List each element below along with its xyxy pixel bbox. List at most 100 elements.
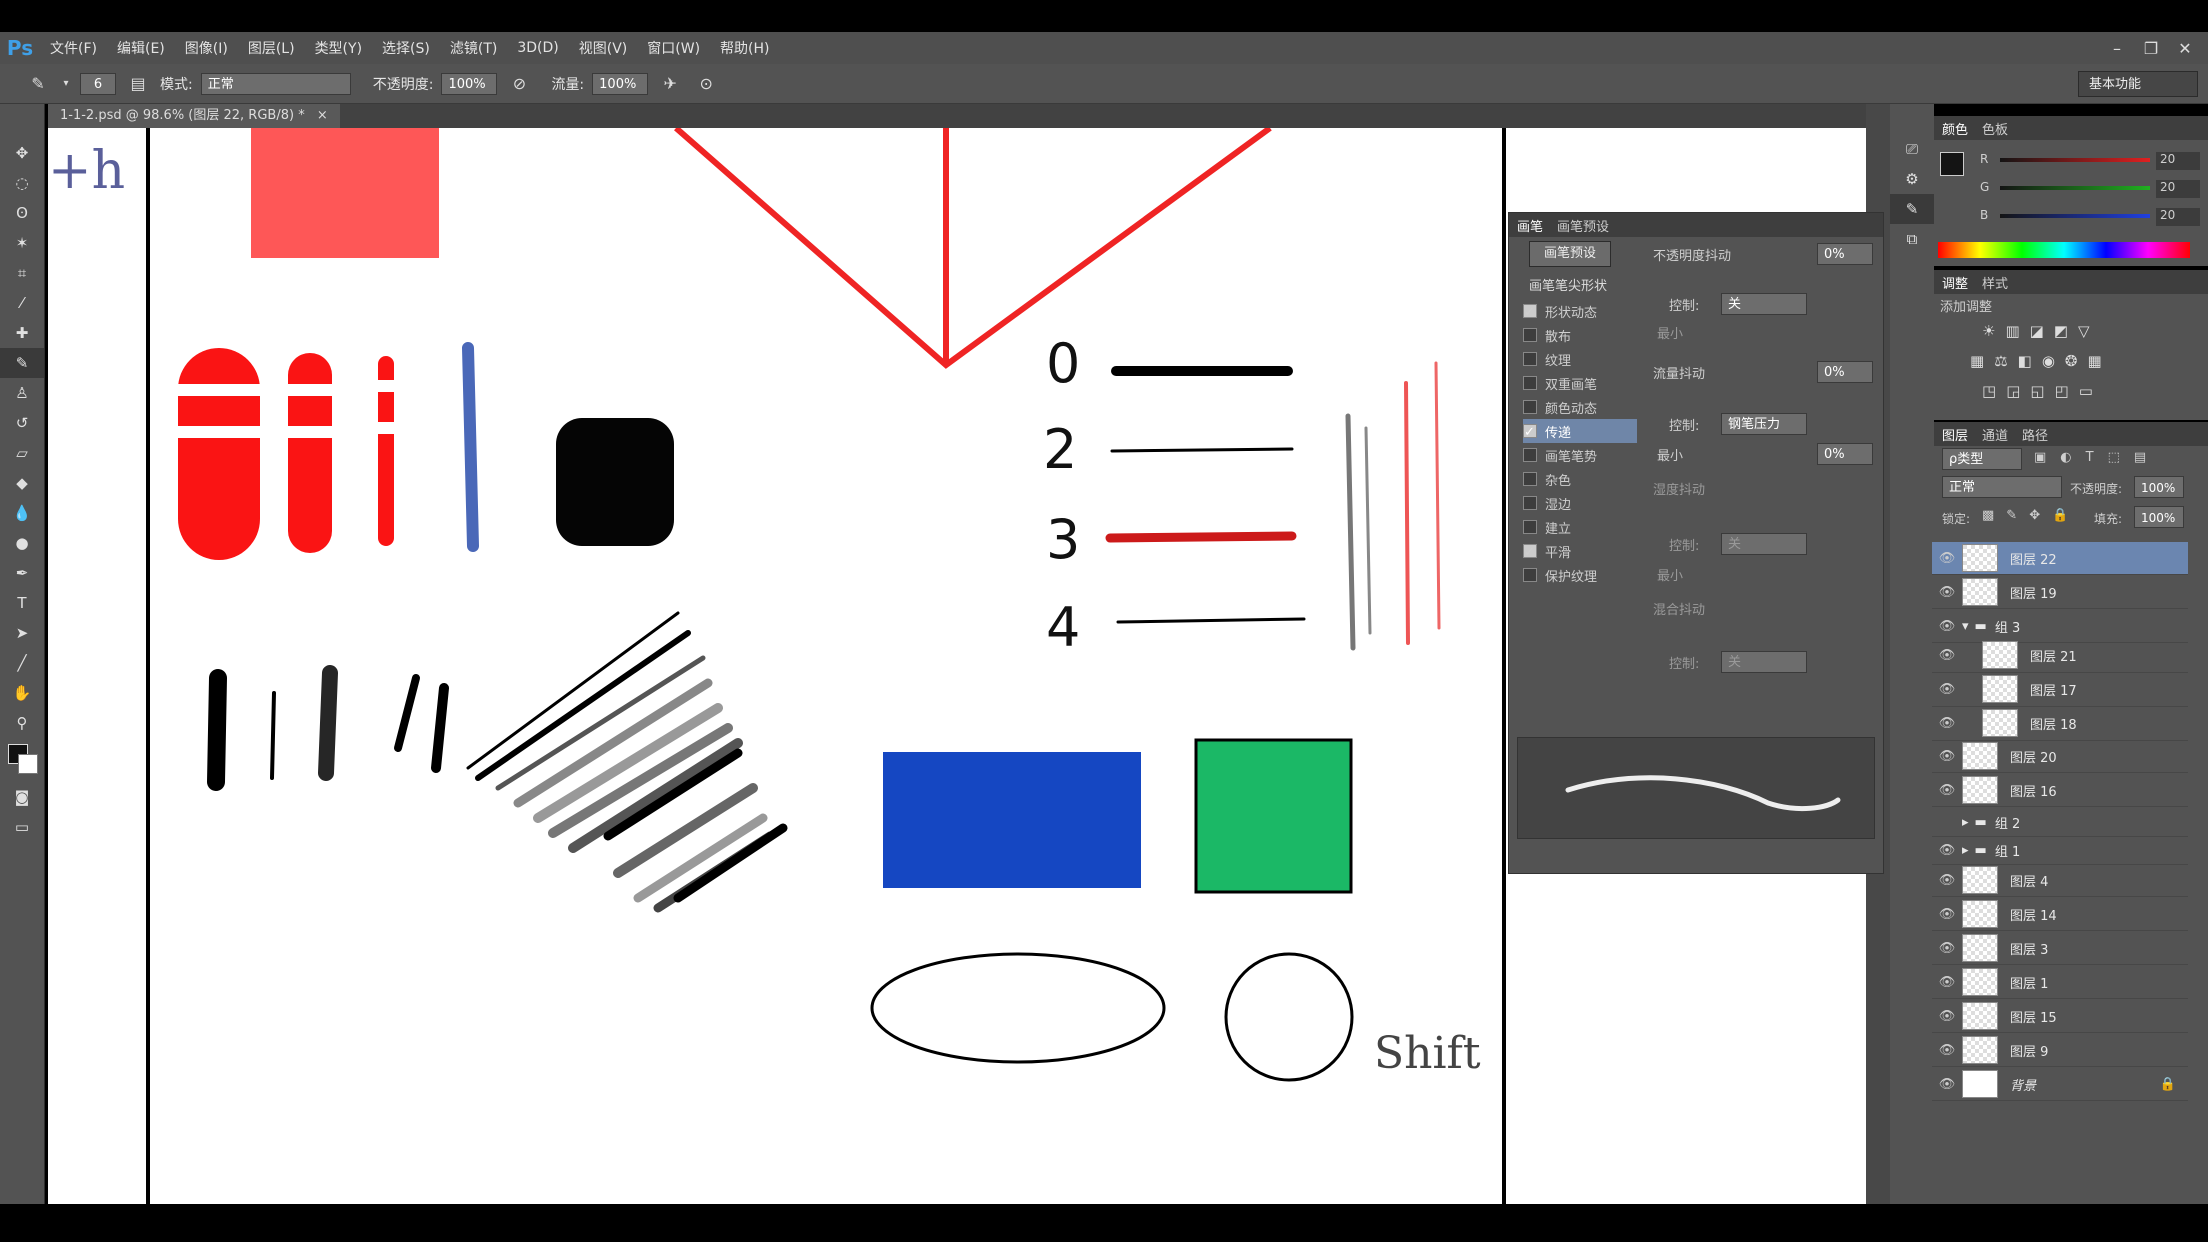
filter-adjust-icon[interactable]: ◐	[2060, 450, 2071, 465]
lock-transparency-icon[interactable]: ▩	[1982, 508, 1994, 523]
layer-opacity-input[interactable]: 100%	[2134, 476, 2184, 498]
threshold-icon[interactable]: ◱	[2030, 382, 2044, 400]
curves-icon[interactable]: ◪	[2030, 322, 2044, 340]
visibility-eye-icon[interactable]: 👁	[1932, 907, 1962, 922]
channel-b-value[interactable]: 20	[2156, 208, 2200, 226]
healing-brush-icon[interactable]: ✚	[0, 318, 44, 348]
menu-layer[interactable]: 图层(L)	[238, 38, 305, 58]
control-select-4[interactable]: 关	[1721, 651, 1807, 673]
screen-mode-icon[interactable]: ▭	[0, 812, 44, 842]
flow-jitter-value[interactable]: 0%	[1817, 361, 1873, 383]
invert-icon[interactable]: ◳	[1982, 382, 1996, 400]
brush-option-build-up[interactable]: 建立	[1523, 515, 1637, 539]
menu-image[interactable]: 图像(I)	[175, 38, 238, 58]
eraser-icon[interactable]: ▱	[0, 438, 44, 468]
channel-r-slider[interactable]	[2000, 158, 2150, 162]
menu-type[interactable]: 类型(Y)	[305, 38, 372, 58]
brush-option-color-dynamics[interactable]: 颜色动态	[1523, 395, 1637, 419]
visibility-eye-icon[interactable]: 👁	[1932, 648, 1962, 663]
posterize-icon[interactable]: ◲	[2006, 382, 2020, 400]
blur-tool-icon[interactable]: 💧	[0, 498, 44, 528]
tab-brush-presets[interactable]: 画笔预设	[1557, 216, 1609, 235]
flow-minimum-value[interactable]: 0%	[1817, 443, 1873, 465]
control-select-3[interactable]: 关	[1721, 533, 1807, 555]
channel-mixer-icon[interactable]: ❂	[2065, 352, 2078, 370]
color-lookup-icon[interactable]: ▦	[2088, 352, 2102, 370]
brush-option-brush-pose[interactable]: 画笔笔势	[1523, 443, 1637, 467]
pressure-size-icon[interactable]: ⊙	[692, 70, 720, 98]
type-tool-icon[interactable]: T	[0, 588, 44, 618]
menu-3d[interactable]: 3D(D)	[507, 40, 568, 56]
channel-b-slider[interactable]	[2000, 214, 2150, 218]
visibility-eye-icon[interactable]: 👁	[1932, 873, 1962, 888]
layer-row-18[interactable]: 👁 图层 18	[1932, 706, 2188, 741]
color-balance-icon[interactable]: ⚖	[1994, 352, 2007, 370]
layer-row-background[interactable]: 👁 背景 🔒	[1932, 1068, 2188, 1101]
tab-styles[interactable]: 样式	[1982, 273, 2008, 292]
group-collapse-icon[interactable]: ▸	[1962, 815, 1969, 830]
brightness-icon[interactable]: ☀	[1982, 322, 1995, 340]
lock-all-icon[interactable]: 🔒	[2052, 508, 2068, 523]
pen-tool-icon[interactable]: ✒	[0, 558, 44, 588]
layer-row-16[interactable]: 👁 图层 16	[1932, 774, 2188, 807]
document-tab[interactable]: 1-1-2.psd @ 98.6% (图层 22, RGB/8) * ×	[48, 104, 340, 128]
brush-option-shape-dynamics[interactable]: ✓ 形状动态	[1523, 299, 1637, 323]
tab-swatches[interactable]: 色板	[1982, 119, 2008, 138]
visibility-eye-icon[interactable]: 👁	[1932, 941, 1962, 956]
visibility-eye-icon[interactable]: 👁	[1932, 682, 1962, 697]
properties-panel-icon[interactable]: ⚙	[1890, 164, 1934, 194]
opacity-jitter-value[interactable]: 0%	[1817, 243, 1873, 265]
presets-panel-icon[interactable]: ⧉	[1890, 224, 1934, 254]
group-collapse-icon[interactable]: ▸	[1962, 843, 1969, 858]
stamp-tool-icon[interactable]: ♙	[0, 378, 44, 408]
hue-saturation-icon[interactable]: ▦	[1970, 352, 1984, 370]
brush-option-smoothing[interactable]: ✓ 平滑	[1523, 539, 1637, 563]
tab-channels[interactable]: 通道	[1982, 425, 2008, 444]
layer-row-19[interactable]: 👁 图层 19	[1932, 576, 2188, 609]
lock-position-icon[interactable]: ✥	[2029, 508, 2040, 523]
brush-presets-button[interactable]: 画笔预设	[1529, 241, 1611, 267]
brush-tip-shape[interactable]: 画笔笔尖形状	[1529, 275, 1629, 294]
control-select-pen-pressure[interactable]: 钢笔压力	[1721, 413, 1807, 435]
layer-row-21[interactable]: 👁 图层 21	[1932, 638, 2188, 673]
history-panel-icon[interactable]: ⎚	[1890, 134, 1934, 164]
menu-file[interactable]: 文件(F)	[40, 38, 107, 58]
brush-size-picker[interactable]: 6	[80, 72, 116, 95]
visibility-eye-icon[interactable]: 👁	[1932, 975, 1962, 990]
menu-filter[interactable]: 滤镜(T)	[440, 38, 507, 58]
menu-edit[interactable]: 编辑(E)	[107, 38, 175, 58]
brush-option-wet-edges[interactable]: 湿边	[1523, 491, 1637, 515]
vibrance-icon[interactable]: ▽	[2078, 322, 2090, 340]
visibility-eye-icon[interactable]: 👁	[1932, 1009, 1962, 1024]
filter-smart-icon[interactable]: ▤	[2134, 450, 2146, 465]
brush-panel-toggle-icon[interactable]: ▤	[124, 70, 152, 98]
visibility-eye-icon[interactable]: 👁	[1932, 585, 1962, 600]
brush-option-texture[interactable]: 纹理	[1523, 347, 1637, 371]
exposure-icon[interactable]: ◩	[2054, 322, 2068, 340]
photo-filter-icon[interactable]: ◉	[2042, 352, 2055, 370]
visibility-eye-icon[interactable]: 👁	[1932, 551, 1962, 566]
zoom-tool-icon[interactable]: ⚲	[0, 708, 44, 738]
crop-tool-icon[interactable]: ⌗	[0, 258, 44, 288]
black-white-icon[interactable]: ◧	[2018, 352, 2032, 370]
path-select-icon[interactable]: ➤	[0, 618, 44, 648]
layer-row-9[interactable]: 👁 图层 9	[1932, 1034, 2188, 1067]
mode-select[interactable]: 正常	[200, 72, 351, 95]
group-expand-icon[interactable]: ▾	[1962, 619, 1969, 634]
opacity-input[interactable]: 100%	[441, 72, 498, 95]
layer-row-20[interactable]: 👁 图层 20	[1932, 740, 2188, 773]
levels-icon[interactable]: ▥	[2005, 322, 2019, 340]
magic-wand-icon[interactable]: ✶	[0, 228, 44, 258]
airbrush-icon[interactable]: ✈	[656, 70, 684, 98]
layer-row-1[interactable]: 👁 图层 1	[1932, 966, 2188, 999]
history-brush-icon[interactable]: ↺	[0, 408, 44, 438]
layer-row-17[interactable]: 👁 图层 17	[1932, 672, 2188, 707]
brush-tool-active-icon[interactable]: ✎	[0, 348, 44, 378]
eyedropper-icon[interactable]: ⁄	[0, 288, 44, 318]
lock-pixels-icon[interactable]: ✎	[2006, 508, 2017, 523]
filter-type-icon[interactable]: T	[2086, 450, 2094, 465]
color-swatches[interactable]	[0, 738, 44, 782]
brush-option-protect-texture[interactable]: 保护纹理	[1523, 563, 1637, 587]
close-button[interactable]: ✕	[2174, 39, 2196, 58]
layer-row-4[interactable]: 👁 图层 4	[1932, 864, 2188, 897]
